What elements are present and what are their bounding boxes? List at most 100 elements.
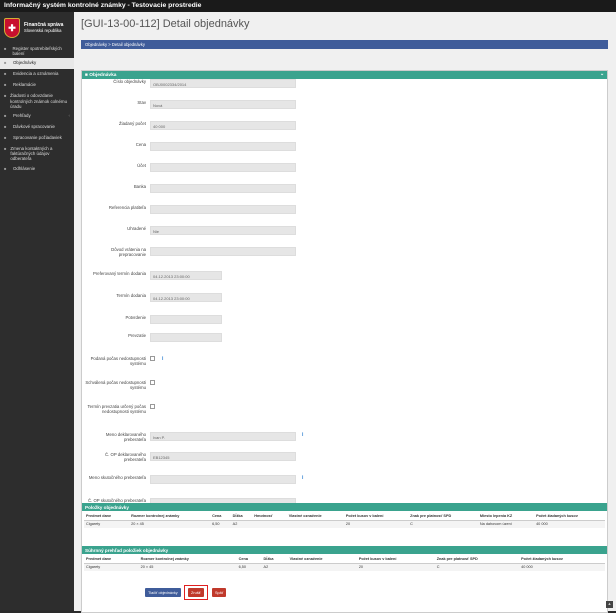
info-icon[interactable]: i xyxy=(302,432,303,438)
table-cell: 20 xyxy=(344,520,408,528)
sidebar-item-3[interactable]: ■Reklamácie xyxy=(0,80,74,91)
field-value[interactable] xyxy=(150,315,222,324)
field-label: Potvrdenie xyxy=(84,315,146,320)
info-icon[interactable]: i xyxy=(162,356,163,362)
field-label: Termín dodania xyxy=(84,293,146,298)
field-value[interactable] xyxy=(150,205,296,214)
column-header: Hmotnosť xyxy=(252,512,286,520)
form-row: Termín dodania 04.12.2013 23:00:00 xyxy=(82,293,602,305)
field-value[interactable] xyxy=(150,475,296,484)
column-header: Dĺžka xyxy=(231,512,253,520)
field-label: Účet xyxy=(84,163,146,168)
sidebar-item-label: Žiadosti o odovzdanie kontrolných známok… xyxy=(10,93,70,109)
coat-of-arms-icon: ✚ xyxy=(4,18,20,38)
sidebar-item-label: Spracovanie požiadaviek xyxy=(13,135,62,140)
form-row: Preferovaný termín dodania 04.12.2013 23:… xyxy=(82,271,602,283)
field-label: Stav xyxy=(84,100,146,105)
field-value[interactable]: Nie xyxy=(150,226,296,235)
form-row: Cena xyxy=(82,142,602,154)
field-label: Prevzatie xyxy=(84,333,146,338)
sidebar-item-label: Reklamácie xyxy=(13,82,36,87)
field-value[interactable] xyxy=(150,247,296,256)
list-icon: ■ xyxy=(4,46,10,51)
sidebar-item-9[interactable]: ■Odhlásenie xyxy=(0,164,74,175)
logout-icon: ■ xyxy=(4,166,10,171)
column-header: Počet kusov v balení xyxy=(357,555,435,563)
sidebar-item-6[interactable]: ■Dávkové spracovanie xyxy=(0,122,74,133)
checkbox[interactable] xyxy=(150,356,155,361)
logo[interactable]: ✚ Finančná správaSlovenská republika xyxy=(0,12,74,44)
checkbox[interactable] xyxy=(150,380,155,385)
field-value[interactable]: 04.12.2013 23:00:00 xyxy=(150,271,222,280)
sidebar-item-2[interactable]: ■Evidencia a oznámenia xyxy=(0,69,74,80)
field-value[interactable] xyxy=(150,184,296,193)
sidebar-item-label: Zmena kontaktných a faktúračných údajov … xyxy=(10,146,70,162)
field-label: Meno deklarovaného preberateľa xyxy=(84,432,146,442)
app-title-bar: Informačný systém kontrolné známky - Tes… xyxy=(0,0,616,12)
chevron-down-icon[interactable]: ⌄ xyxy=(600,72,604,77)
form-row: Podaná počas nedostupnosti systému i xyxy=(82,356,602,368)
field-value[interactable]: OBJ0002334/2014 xyxy=(150,79,296,88)
column-header: Počet žiadaných kusov xyxy=(534,512,605,520)
sidebar-item-8[interactable]: ■Zmena kontaktných a faktúračných údajov… xyxy=(0,144,74,164)
items-table: Predmet daneRozmer kontrolnej známkyCena… xyxy=(84,512,605,528)
field-label: Cena xyxy=(84,142,146,147)
column-header: Rozmer kontrolnej známky xyxy=(129,512,210,520)
form-row: Potvrdenie xyxy=(82,315,602,327)
summary-table: Predmet daneRozmer kontrolnej známkyCena… xyxy=(84,555,605,571)
field-value[interactable] xyxy=(150,163,296,172)
chevron-icon[interactable]: ‹ xyxy=(69,113,70,118)
table-cell: 20 × 45 xyxy=(129,520,210,528)
form-row: Meno deklarovaného preberateľa Ivan P. i xyxy=(82,432,602,444)
column-header: Miesto lepenia KZ xyxy=(478,512,534,520)
table-cell: 40 000 xyxy=(534,520,605,528)
field-value[interactable]: Nová xyxy=(150,100,296,109)
column-header: Počet kusov v balení xyxy=(344,512,408,520)
back-button[interactable]: Späť xyxy=(212,588,226,597)
form-row: Meno skutočného preberateľa i xyxy=(82,475,602,487)
form-row: Žiadaný počet40 000 xyxy=(82,121,602,133)
info-icon[interactable]: i xyxy=(302,475,303,481)
field-label: Meno skutočného preberateľa xyxy=(84,475,146,480)
field-label: Uhradené xyxy=(84,226,146,231)
sidebar-item-5[interactable]: ■Prehľady‹ xyxy=(0,111,74,122)
edit-icon: ■ xyxy=(4,71,10,76)
main-content: [GUI-13-00-112] Detail objednávky Objedn… xyxy=(74,12,616,611)
field-value[interactable] xyxy=(150,142,296,151)
print-order-button[interactable]: Tlačiť objednávky xyxy=(145,588,181,597)
order-panel-header[interactable]: ■ Objednávka⌄ xyxy=(82,71,607,79)
sidebar-item-label: Objednávky xyxy=(13,60,36,65)
form-row: Uhradené Nie xyxy=(82,226,602,238)
table-cell: A2 xyxy=(231,520,253,528)
person-icon: ■ xyxy=(4,146,7,151)
field-value[interactable] xyxy=(150,333,222,342)
form-row: Schválená počas nedostupnosti systému xyxy=(82,380,602,392)
field-value[interactable]: Ivan P. xyxy=(150,432,296,441)
app-title: Informačný systém kontrolné známky - Tes… xyxy=(4,2,201,9)
scroll-top-icon[interactable]: ▲ xyxy=(606,601,613,608)
sidebar-item-label: Prehľady xyxy=(13,113,31,118)
form-row: Účet xyxy=(82,163,602,175)
field-value[interactable]: 40 000 xyxy=(150,121,296,130)
field-value[interactable]: 04.12.2013 23:00:00 xyxy=(150,293,222,302)
field-label: Termín prevzatia určený počas nedostupno… xyxy=(84,404,146,414)
sidebar-item-1[interactable]: ■Objednávky xyxy=(0,58,74,69)
breadcrumb[interactable]: Objednávky > Detail objednávky xyxy=(81,40,608,49)
checkbox[interactable] xyxy=(150,404,155,409)
sidebar-item-0[interactable]: ■Register spotrebiteľských balení xyxy=(0,44,74,58)
table-row: Cigarety20 × 456,50A220C40 000 xyxy=(84,563,605,571)
page-title: [GUI-13-00-112] Detail objednávky xyxy=(81,18,250,30)
sidebar-item-4[interactable]: ■Žiadosti o odovzdanie kontrolných známo… xyxy=(0,91,74,111)
table-cell: Cigarety xyxy=(84,520,129,528)
field-label: Podaná počas nedostupnosti systému xyxy=(84,356,146,366)
field-label: Preferovaný termín dodania xyxy=(84,271,146,276)
column-header: Predmet dane xyxy=(84,555,139,563)
sidebar-item-label: Dávkové spracovanie xyxy=(13,124,55,129)
sidebar-item-7[interactable]: ■Spracovanie požiadaviek xyxy=(0,133,74,144)
sidebar: ✚ Finančná správaSlovenská republika ■Re… xyxy=(0,12,74,611)
field-value[interactable]: EB12345 xyxy=(150,452,296,461)
cart-icon: ■ xyxy=(4,60,10,65)
warning-icon: ■ xyxy=(4,82,10,87)
doc-icon: ■ xyxy=(4,93,7,98)
column-header: Rozmer kontrolnej známky xyxy=(139,555,237,563)
